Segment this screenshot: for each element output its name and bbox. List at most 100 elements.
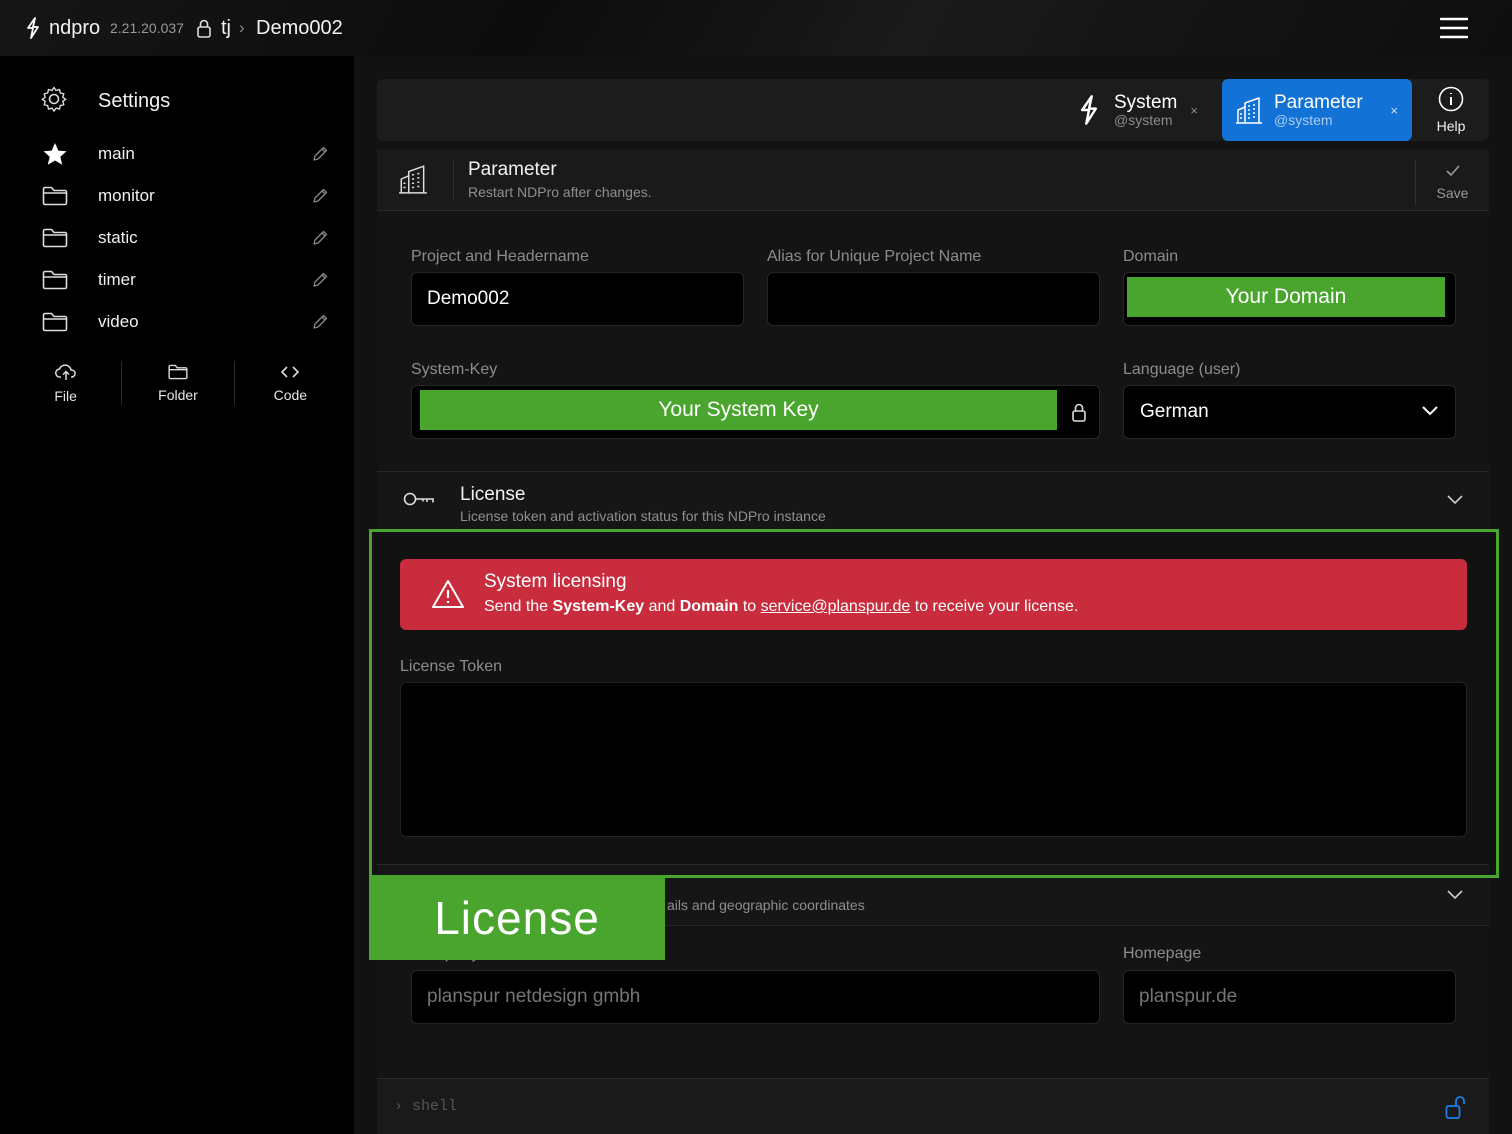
homepage-input[interactable] [1124, 971, 1455, 1023]
chevron-down-icon [1447, 887, 1463, 905]
page-subtitle: Restart NDPro after changes. [468, 184, 652, 200]
page-title: Parameter [468, 159, 557, 180]
gear-icon [40, 85, 68, 118]
alias-input[interactable] [768, 273, 1099, 325]
sidebar-item-video[interactable]: video [40, 304, 332, 340]
pencil-icon[interactable] [308, 146, 332, 162]
bolt-icon [1072, 95, 1106, 125]
pencil-icon[interactable] [308, 314, 332, 330]
license-subtitle: License token and activation status for … [460, 508, 826, 524]
homepage-label: Homepage [1123, 945, 1202, 962]
chevron-down-icon [1421, 401, 1439, 423]
domain-label: Domain [1123, 248, 1179, 265]
homepage-input-wrap [1123, 970, 1456, 1024]
systemkey-label: System-Key [411, 361, 498, 378]
user-name[interactable]: tj [221, 0, 231, 56]
tab-bar: System @system × Parameter @system × Hel… [377, 79, 1489, 141]
domain-input[interactable]: Your Domain [1123, 272, 1456, 326]
highlight-tag: License [369, 875, 665, 960]
company-input[interactable] [412, 971, 1099, 1023]
new-code-button[interactable]: Code [235, 361, 346, 405]
email-link[interactable]: service@planspur.de [761, 598, 911, 615]
company-input-wrap [411, 970, 1100, 1024]
alert-title: System licensing [484, 571, 627, 592]
project-input[interactable] [412, 273, 743, 325]
license-section-body: System licensing Send the System-Key and… [377, 530, 1489, 862]
help-button[interactable]: Help [1425, 79, 1477, 141]
lock-icon[interactable] [196, 0, 212, 56]
systemkey-input[interactable]: Your System Key [411, 385, 1100, 439]
alias-label: Alias for Unique Project Name [767, 248, 982, 265]
warning-icon [431, 579, 465, 614]
sidebar-item-static[interactable]: static [40, 220, 332, 256]
pencil-icon[interactable] [308, 230, 332, 246]
sidebar-item-main[interactable]: main [40, 136, 332, 172]
folder-icon [168, 364, 188, 383]
shell-prompt: › shell [394, 1098, 458, 1115]
sidebar-item-timer[interactable]: timer [40, 262, 332, 298]
systemkey-value: Your System Key [420, 390, 1057, 430]
language-select[interactable]: German [1123, 385, 1456, 439]
upload-file-button[interactable]: File [10, 361, 123, 405]
building-icon [397, 163, 429, 200]
brand-name[interactable]: ndpro [49, 0, 100, 56]
info-icon [1438, 86, 1464, 115]
cloud-upload-icon [54, 363, 77, 384]
alert-message: Send the System-Key and Domain to servic… [484, 598, 1079, 615]
license-token-input[interactable] [401, 683, 1466, 836]
breadcrumb-separator: › [239, 18, 245, 37]
alias-input-wrap [767, 272, 1100, 326]
save-label: Save [1436, 184, 1469, 201]
tab-parameter[interactable]: Parameter @system × [1222, 79, 1412, 141]
top-bar: ndpro 2.21.20.037 tj › Demo002 [0, 0, 1512, 56]
hamburger-menu-icon[interactable] [1440, 0, 1470, 56]
version-number: 2.21.20.037 [110, 20, 184, 36]
settings-label: Settings [98, 89, 171, 112]
license-title: License [460, 484, 526, 505]
check-icon [1445, 164, 1461, 181]
new-folder-button[interactable]: Folder [122, 361, 235, 405]
sidebar: Settings main monitor static timer video… [0, 56, 354, 1134]
parameter-form: Project and Headername Alias for Unique … [377, 212, 1489, 470]
star-icon [40, 142, 70, 166]
tab-system[interactable]: System @system × [1072, 79, 1212, 141]
tab-name: Parameter [1274, 91, 1363, 113]
close-icon[interactable]: × [1190, 103, 1198, 118]
sidebar-actions: File Folder Code [10, 361, 346, 405]
folder-icon [40, 270, 70, 290]
project-input-wrap [411, 272, 744, 326]
chevron-down-icon [1447, 492, 1463, 510]
parameter-header: Parameter Restart NDPro after changes. S… [377, 149, 1489, 211]
license-section-header[interactable]: License License token and activation sta… [377, 471, 1489, 529]
project-name[interactable]: Demo002 [256, 0, 343, 56]
sidebar-item-monitor[interactable]: monitor [40, 178, 332, 214]
sidebar-item-label: monitor [98, 186, 155, 205]
unlock-icon[interactable] [1445, 1094, 1467, 1125]
sidebar-item-label: static [98, 228, 138, 247]
divider [453, 159, 454, 201]
license-token-wrap [400, 682, 1467, 837]
shell-bar[interactable]: › shell [377, 1078, 1489, 1134]
tab-scope: @system [1114, 111, 1173, 128]
code-action-label: Code [273, 386, 308, 403]
folder-icon [40, 312, 70, 332]
licensing-alert: System licensing Send the System-Key and… [400, 559, 1467, 630]
lock-icon[interactable] [1071, 402, 1087, 427]
sidebar-item-label: main [98, 144, 135, 163]
close-icon[interactable]: × [1390, 103, 1398, 118]
bolt-logo-icon [26, 0, 40, 56]
save-button[interactable]: Save [1415, 159, 1489, 205]
folder-icon [40, 228, 70, 248]
folder-action-label: Folder [158, 386, 198, 403]
file-action-label: File [54, 387, 77, 404]
pencil-icon[interactable] [308, 272, 332, 288]
code-icon [280, 364, 300, 383]
language-value: German [1140, 401, 1209, 422]
domain-value: Your Domain [1127, 277, 1445, 317]
building-icon [1232, 96, 1266, 124]
tab-name: System [1114, 91, 1178, 113]
pencil-icon[interactable] [308, 188, 332, 204]
key-icon [403, 490, 435, 513]
settings-header[interactable]: Settings [40, 86, 170, 116]
tab-scope: @system [1274, 111, 1333, 128]
